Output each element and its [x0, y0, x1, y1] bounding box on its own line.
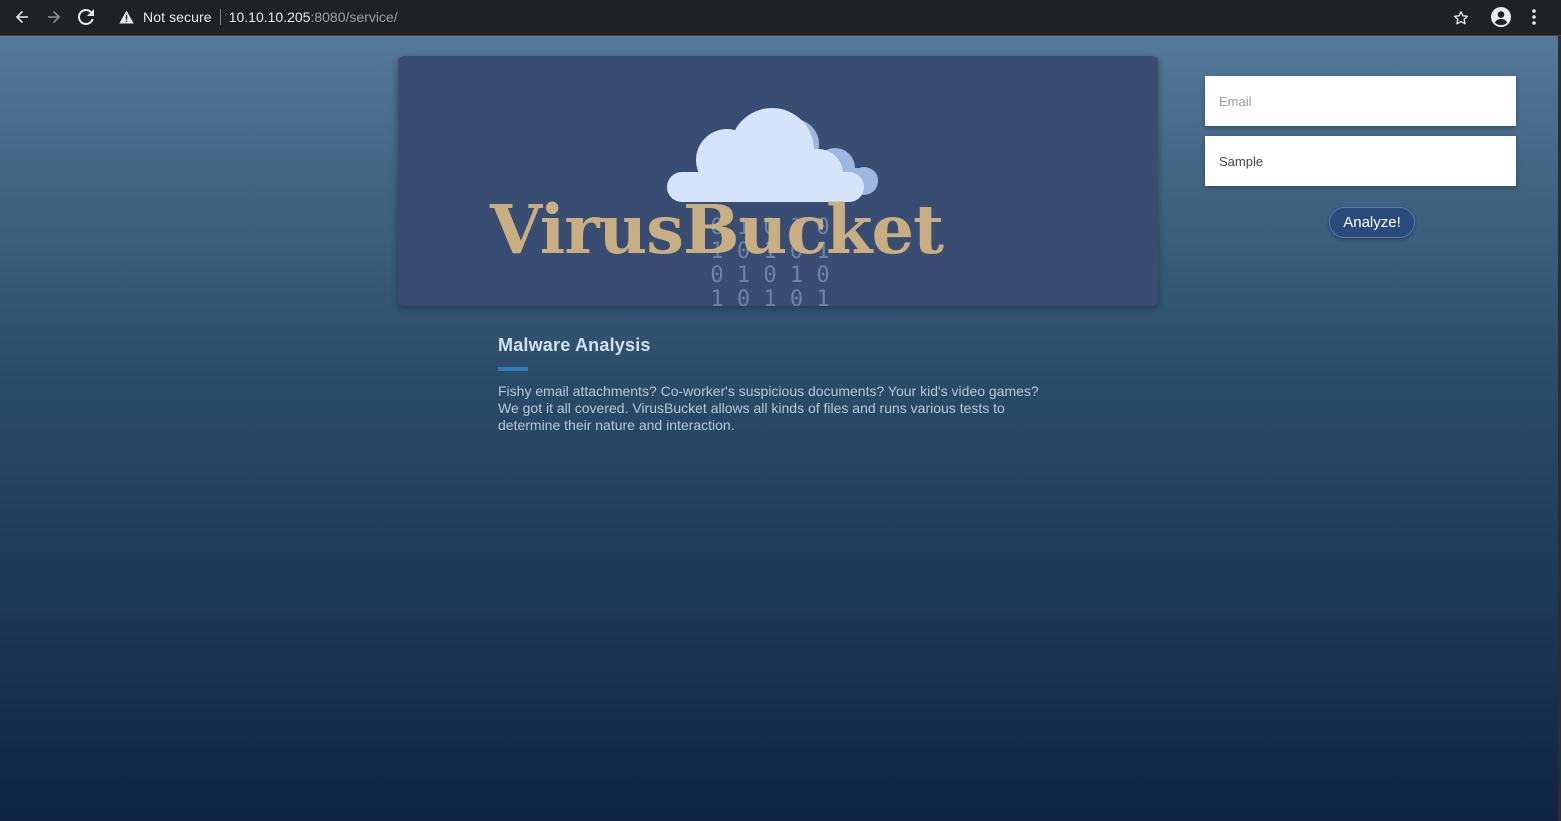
section-title: Malware Analysis: [498, 335, 651, 355]
browser-toolbar: Not secure 10.10.10.205:8080/service/: [0, 0, 1561, 36]
url-host[interactable]: 10.10.10.205: [229, 9, 311, 25]
warning-icon[interactable]: [118, 9, 134, 25]
sample-field[interactable]: [1205, 136, 1516, 186]
forward-button[interactable]: [41, 5, 67, 29]
binary-row: 1 0 1 0 1: [710, 287, 829, 306]
account-icon[interactable]: [1490, 6, 1512, 28]
title-underline: [498, 367, 528, 371]
url-path[interactable]: :8080/service/: [310, 9, 397, 25]
reload-icon: [78, 9, 94, 25]
back-button[interactable]: [9, 5, 35, 29]
bookmark-star-icon[interactable]: [1450, 7, 1472, 29]
section-description: Fishy email attachments? Co-worker's sus…: [498, 383, 1039, 433]
arrow-left-icon: [15, 10, 28, 24]
hero-banner: 0 1 0 1 0 1 0 1 0 1 0 1 0 1 0 1 0 1 0 1 …: [398, 56, 1158, 306]
security-status-label[interactable]: Not secure: [143, 9, 212, 25]
reload-button[interactable]: [73, 5, 99, 29]
brand-wordmark: VirusBucket: [490, 190, 944, 269]
more-vert-icon[interactable]: [1526, 6, 1542, 28]
address-bar[interactable]: Not secure 10.10.10.205:8080/service/: [108, 3, 1478, 31]
page-content: 0 1 0 1 0 1 0 1 0 1 0 1 0 1 0 1 0 1 0 1 …: [0, 36, 1558, 821]
analyze-button[interactable]: Analyze!: [1329, 207, 1415, 238]
omnibox-divider: [219, 9, 221, 25]
email-field[interactable]: [1205, 76, 1516, 126]
arrow-right-icon: [48, 10, 61, 24]
